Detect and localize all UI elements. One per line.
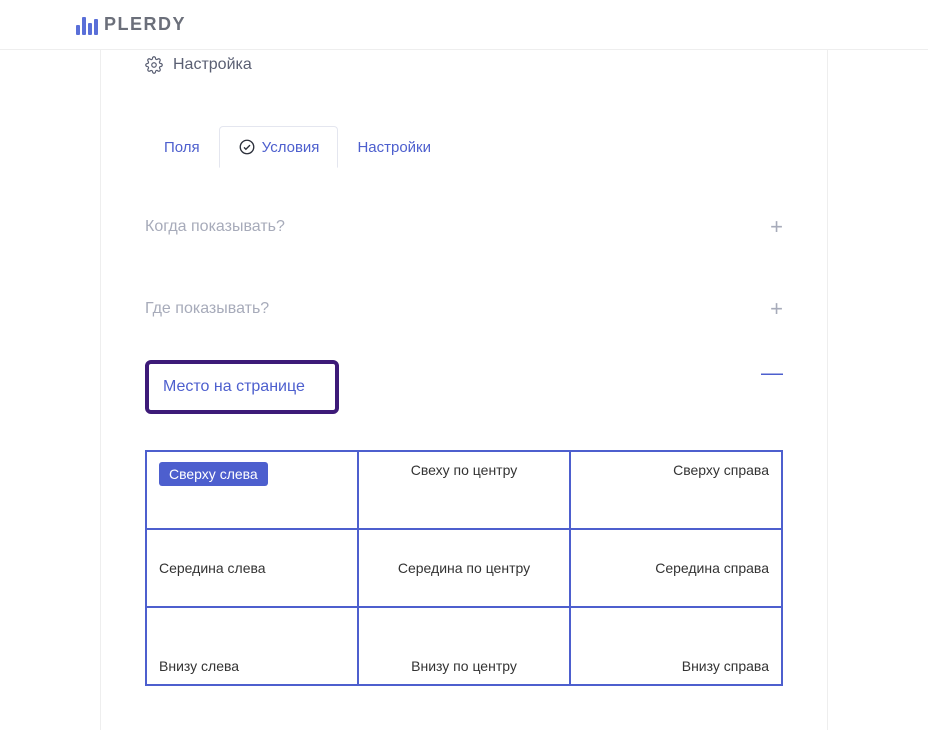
position-label: Внизу слева: [159, 658, 239, 674]
position-top-right[interactable]: Сверху справа: [570, 451, 782, 529]
minus-icon: —: [761, 360, 783, 386]
position-label: Середина по центру: [398, 560, 530, 576]
gear-icon: [145, 56, 163, 74]
check-circle-icon: [238, 138, 256, 156]
breadcrumb-label: Настройка: [173, 56, 252, 74]
section-position-header[interactable]: Место на странице —: [145, 360, 783, 414]
breadcrumb: Настройка: [145, 50, 783, 74]
highlighted-title-box: Место на странице: [145, 360, 339, 414]
tab-fields[interactable]: Поля: [145, 126, 219, 168]
section-when-header[interactable]: Когда показывать? +: [145, 214, 783, 240]
tab-conditions[interactable]: Условия: [219, 126, 339, 168]
position-label: Внизу по центру: [411, 658, 517, 674]
section-title: Где показывать?: [145, 300, 269, 318]
section-where-header[interactable]: Где показывать? +: [145, 296, 783, 322]
position-top-left[interactable]: Сверху слева: [146, 451, 358, 529]
position-label: Свеху по центру: [411, 462, 517, 478]
position-middle-right[interactable]: Середина справа: [570, 529, 782, 607]
tab-settings[interactable]: Настройки: [338, 126, 450, 168]
main-content: Настройка Поля Условия Настройки Когда п…: [0, 50, 928, 730]
brand-logo[interactable]: PLERDY: [76, 14, 852, 35]
tab-label: Настройки: [357, 139, 431, 156]
position-bottom-center[interactable]: Внизу по центру: [358, 607, 570, 685]
app-header: PLERDY: [0, 0, 928, 50]
section-when: Когда показывать? +: [145, 214, 783, 240]
plus-icon: +: [770, 214, 783, 240]
position-top-center[interactable]: Свеху по центру: [358, 451, 570, 529]
position-label: Внизу справа: [682, 658, 769, 674]
position-bottom-left[interactable]: Внизу слева: [146, 607, 358, 685]
section-position: Место на странице — Сверху слева Свеху п…: [145, 360, 783, 686]
position-label: Середина справа: [655, 560, 769, 576]
section-title: Место на странице: [163, 378, 305, 395]
position-grid: Сверху слева Свеху по центру Сверху спра…: [145, 450, 783, 686]
logo-bars-icon: [76, 15, 98, 35]
position-label: Сверху справа: [673, 462, 769, 478]
position-bottom-right[interactable]: Внизу справа: [570, 607, 782, 685]
position-label: Середина слева: [159, 560, 266, 576]
plus-icon: +: [770, 296, 783, 322]
tab-label: Условия: [262, 139, 320, 156]
position-middle-center[interactable]: Середина по центру: [358, 529, 570, 607]
position-label: Сверху слева: [159, 462, 268, 486]
position-middle-left[interactable]: Середина слева: [146, 529, 358, 607]
tabs-bar: Поля Условия Настройки: [145, 126, 783, 168]
section-title: Когда показывать?: [145, 218, 285, 236]
brand-name: PLERDY: [104, 14, 186, 35]
tab-label: Поля: [164, 139, 200, 156]
section-where: Где показывать? +: [145, 296, 783, 322]
